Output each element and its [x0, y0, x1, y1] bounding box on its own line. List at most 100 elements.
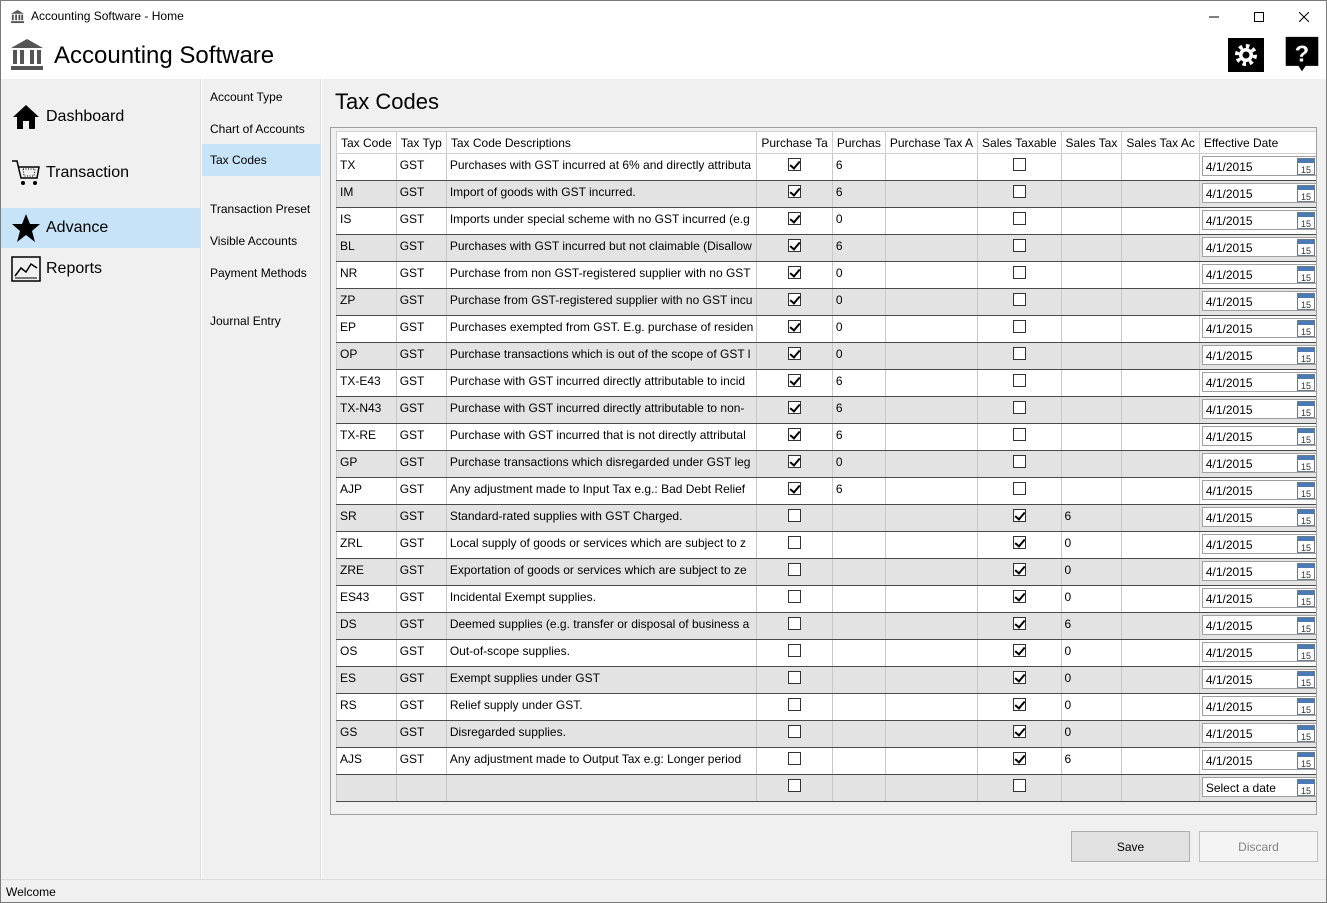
calendar-icon[interactable]: 15: [1296, 590, 1315, 607]
sales-taxable-cell[interactable]: [977, 639, 1062, 667]
table-row[interactable]: ZP GST Purchase from GST-registered suppli…: [336, 288, 1316, 316]
date-picker[interactable]: 4/1/2015 15: [1201, 480, 1316, 500]
purchase-rate-cell[interactable]: 0: [831, 342, 886, 370]
tax-type-cell[interactable]: GST: [395, 639, 447, 667]
sales-taxable-cell[interactable]: [977, 477, 1062, 505]
sales-taxable-cell[interactable]: [977, 558, 1062, 586]
table-row[interactable]: TX-RE GST Purchase with GST incurred that …: [336, 423, 1316, 451]
calendar-icon[interactable]: 15: [1296, 266, 1315, 283]
tax-code-cell[interactable]: TX-E43: [336, 369, 397, 397]
column-header[interactable]: Purchase Ta: [756, 131, 833, 154]
calendar-icon[interactable]: 15: [1296, 401, 1315, 418]
sales-rate-cell[interactable]: [1060, 450, 1123, 478]
purchase-taxable-checkbox[interactable]: [788, 347, 802, 360]
purchase-tax-account-cell[interactable]: [884, 666, 979, 694]
description-cell[interactable]: Exportation of goods or services which a…: [445, 558, 758, 586]
tax-type-cell[interactable]: GST: [395, 693, 447, 721]
sales-tax-account-cell[interactable]: [1121, 234, 1200, 262]
sales-taxable-cell[interactable]: [977, 666, 1062, 694]
sales-taxable-checkbox[interactable]: [1012, 590, 1026, 603]
date-picker[interactable]: 4/1/2015 15: [1201, 237, 1316, 257]
table-row[interactable]: ZRL GST Local supply of goods or services …: [336, 531, 1316, 559]
purchase-tax-account-cell[interactable]: [884, 504, 979, 532]
sales-rate-cell[interactable]: 0: [1060, 720, 1123, 748]
effective-date-cell[interactable]: 4/1/2015 15: [1198, 531, 1316, 559]
purchase-tax-account-cell[interactable]: [884, 396, 979, 424]
tax-code-cell[interactable]: TX: [336, 153, 397, 181]
effective-date-cell[interactable]: 4/1/2015 15: [1198, 423, 1316, 451]
effective-date-cell[interactable]: 4/1/2015 15: [1198, 180, 1316, 208]
sales-rate-cell[interactable]: 0: [1060, 585, 1123, 613]
date-picker[interactable]: 4/1/2015 15: [1201, 345, 1316, 365]
sales-taxable-checkbox[interactable]: [1012, 428, 1026, 441]
calendar-icon[interactable]: 15: [1296, 212, 1315, 229]
date-value[interactable]: 4/1/2015: [1206, 295, 1253, 309]
sales-tax-account-cell[interactable]: [1121, 288, 1200, 316]
date-value[interactable]: 4/1/2015: [1206, 403, 1253, 417]
purchase-tax-account-cell[interactable]: [884, 180, 979, 208]
purchase-rate-cell[interactable]: [831, 558, 886, 586]
date-value[interactable]: 4/1/2015: [1206, 214, 1253, 228]
subnav-item-visible-accounts[interactable]: Visible Accounts: [202, 225, 321, 257]
tax-type-cell[interactable]: GST: [395, 720, 447, 748]
tax-code-cell[interactable]: AJP: [336, 477, 397, 505]
table-row[interactable]: EP GST Purchases exempted from GST. E.g. p…: [336, 315, 1316, 343]
tax-type-cell[interactable]: GST: [395, 747, 447, 775]
purchase-taxable-cell[interactable]: [756, 720, 833, 748]
column-header[interactable]: Purchase Tax A: [884, 131, 979, 154]
calendar-icon[interactable]: 15: [1296, 185, 1315, 202]
sales-tax-account-cell[interactable]: [1121, 396, 1200, 424]
date-value[interactable]: 4/1/2015: [1206, 754, 1253, 768]
purchase-taxable-checkbox[interactable]: [788, 239, 802, 252]
date-placeholder[interactable]: Select a date: [1206, 781, 1276, 795]
minimize-button[interactable]: [1191, 1, 1237, 32]
table-row[interactable]: AJS GST Any adjustment made to Output Tax …: [336, 747, 1316, 775]
table-row[interactable]: ES43 GST Incidental Exempt supplies. 0 4/1/2…: [336, 585, 1316, 613]
calendar-icon[interactable]: 15: [1296, 293, 1315, 310]
purchase-tax-account-cell[interactable]: [884, 450, 979, 478]
sales-tax-account-cell[interactable]: [1121, 342, 1200, 370]
column-header[interactable]: Sales Tax: [1060, 131, 1123, 154]
sales-taxable-cell[interactable]: [977, 288, 1062, 316]
calendar-icon[interactable]: 15: [1296, 239, 1315, 256]
date-value[interactable]: 4/1/2015: [1206, 268, 1253, 282]
help-icon[interactable]: ?: [1284, 36, 1320, 74]
table-row[interactable]: TX GST Purchases with GST incurred at 6% a…: [336, 153, 1316, 181]
tax-code-cell[interactable]: DS: [336, 612, 397, 640]
sales-taxable-cell[interactable]: [977, 693, 1062, 721]
sales-taxable-cell[interactable]: [977, 720, 1062, 748]
table-row[interactable]: IM GST Import of goods with GST incurred. 6…: [336, 180, 1316, 208]
tax-code-cell[interactable]: EP: [336, 315, 397, 343]
sales-tax-account-cell[interactable]: [1121, 153, 1200, 181]
table-row[interactable]: SR GST Standard-rated supplies with GST Ch…: [336, 504, 1316, 532]
date-value[interactable]: 4/1/2015: [1206, 565, 1253, 579]
effective-date-cell[interactable]: 4/1/2015 15: [1198, 504, 1316, 532]
purchase-taxable-cell[interactable]: [756, 612, 833, 640]
description-cell[interactable]: Purchase from non GST-registered supplie…: [445, 261, 758, 289]
sales-taxable-cell[interactable]: [977, 369, 1062, 397]
sales-rate-cell[interactable]: [1060, 207, 1123, 235]
purchase-rate-cell[interactable]: [831, 693, 886, 721]
purchase-tax-account-cell[interactable]: [884, 585, 979, 613]
description-cell[interactable]: Imports under special scheme with no GST…: [445, 207, 758, 235]
purchase-taxable-cell[interactable]: [756, 396, 833, 424]
sales-tax-account-cell[interactable]: [1121, 774, 1200, 802]
sales-tax-account-cell[interactable]: [1121, 585, 1200, 613]
description-cell[interactable]: [445, 774, 758, 802]
subnav-item-journal-entry[interactable]: Journal Entry: [202, 305, 321, 337]
column-header[interactable]: Tax Code: [336, 131, 397, 154]
sales-taxable-checkbox[interactable]: [1012, 266, 1026, 279]
purchase-taxable-cell[interactable]: [756, 693, 833, 721]
tax-type-cell[interactable]: GST: [395, 369, 447, 397]
sales-taxable-checkbox[interactable]: [1012, 779, 1026, 792]
description-cell[interactable]: Purchase with GST incurred that is not d…: [445, 423, 758, 451]
effective-date-cell[interactable]: 4/1/2015 15: [1198, 288, 1316, 316]
sales-rate-cell[interactable]: [1060, 423, 1123, 451]
date-value[interactable]: 4/1/2015: [1206, 511, 1253, 525]
sales-taxable-checkbox[interactable]: [1012, 698, 1026, 711]
tax-code-cell[interactable]: TX-N43: [336, 396, 397, 424]
sales-taxable-cell[interactable]: [977, 261, 1062, 289]
calendar-icon[interactable]: 15: [1296, 158, 1315, 175]
purchase-taxable-cell[interactable]: [756, 423, 833, 451]
sales-tax-account-cell[interactable]: [1121, 747, 1200, 775]
